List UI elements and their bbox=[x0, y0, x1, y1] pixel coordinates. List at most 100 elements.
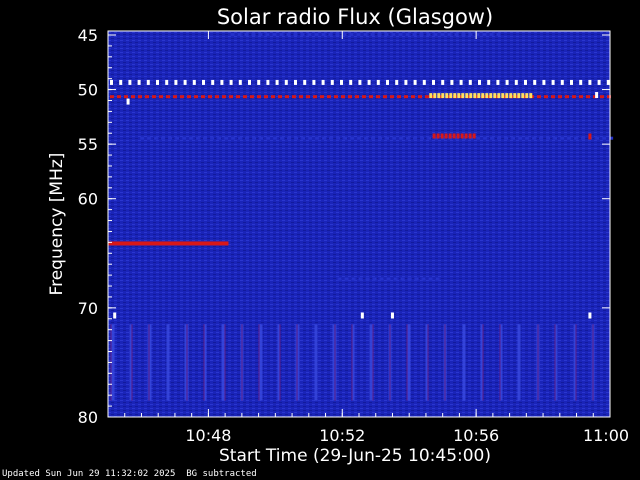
band-dot bbox=[579, 95, 583, 99]
band-dot bbox=[314, 33, 319, 36]
band-dot bbox=[532, 136, 537, 140]
band-dot bbox=[432, 79, 435, 85]
band-dot bbox=[372, 277, 377, 281]
burst-pixel bbox=[513, 93, 517, 99]
plot-area bbox=[107, 30, 614, 418]
band-dot bbox=[292, 95, 296, 99]
band-solid bbox=[108, 241, 229, 246]
band-dot bbox=[384, 33, 389, 36]
band-dot bbox=[175, 136, 180, 140]
band-dot bbox=[343, 136, 348, 140]
x-tick-label: 10:52 bbox=[319, 426, 365, 445]
band-dot bbox=[329, 136, 334, 140]
band-dot bbox=[237, 33, 242, 36]
band-dot bbox=[257, 95, 261, 99]
burst-pixel bbox=[461, 93, 465, 99]
band-dot bbox=[435, 277, 440, 281]
burst-pixel bbox=[440, 133, 444, 139]
band-dot bbox=[419, 33, 424, 36]
band-dot bbox=[397, 95, 401, 99]
band-dot bbox=[378, 136, 383, 140]
band-dot bbox=[320, 95, 324, 99]
band-dot bbox=[293, 33, 298, 36]
burst-pixel bbox=[489, 93, 493, 99]
band-dot bbox=[370, 33, 375, 36]
y-tick-label: 70 bbox=[78, 299, 98, 318]
band-dot bbox=[422, 79, 426, 85]
band-dot bbox=[168, 136, 173, 140]
burst-spot bbox=[360, 312, 364, 319]
band-dot bbox=[229, 95, 233, 99]
band-dot bbox=[482, 33, 487, 36]
band-dot bbox=[344, 277, 349, 281]
burst-spot bbox=[126, 98, 130, 105]
band-dot bbox=[447, 33, 452, 36]
band-dot bbox=[196, 136, 201, 140]
band-dot bbox=[597, 79, 601, 85]
band-dot bbox=[579, 79, 583, 85]
y-tick-label: 60 bbox=[78, 190, 98, 209]
band-dot bbox=[551, 95, 555, 99]
band-dot bbox=[300, 33, 305, 36]
band-dot bbox=[602, 136, 607, 140]
band-dot bbox=[369, 95, 373, 99]
band-dot bbox=[266, 136, 271, 140]
burst-pixel bbox=[497, 93, 501, 99]
chart-title: Solar radio Flux (Glasgow) bbox=[217, 5, 493, 29]
band-dot bbox=[539, 136, 544, 140]
band-dot bbox=[208, 95, 212, 99]
band-dot bbox=[257, 79, 261, 85]
band-dot bbox=[284, 79, 288, 85]
band-dot bbox=[259, 136, 264, 140]
band-dot bbox=[398, 33, 403, 36]
band-dot bbox=[222, 95, 226, 99]
burst-pixel bbox=[465, 93, 469, 99]
band-dot bbox=[294, 79, 297, 85]
band-dot bbox=[252, 136, 257, 140]
band-dot bbox=[230, 33, 235, 36]
band-dot bbox=[215, 95, 219, 99]
band-dot bbox=[395, 79, 399, 85]
band-dot bbox=[412, 33, 417, 36]
x-axis-label: Start Time (29-Jun-25 10:45:00) bbox=[219, 446, 491, 466]
band-dot bbox=[315, 136, 320, 140]
spectrogram-chart: Solar radio Flux (Glasgow) 455055607080 … bbox=[47, 5, 629, 466]
band-dot bbox=[174, 79, 178, 85]
band-dot bbox=[567, 136, 572, 140]
burst-pixel bbox=[525, 93, 529, 99]
band-dot bbox=[588, 79, 592, 85]
band-dot bbox=[581, 136, 586, 140]
band-dot bbox=[362, 95, 366, 99]
band-dot bbox=[306, 95, 310, 99]
burst-pixel bbox=[481, 93, 485, 99]
band-dot bbox=[365, 277, 370, 281]
burst-pixel bbox=[429, 93, 433, 99]
band-dot bbox=[271, 95, 275, 99]
band-dot bbox=[546, 136, 551, 140]
burst-pixel bbox=[472, 133, 476, 139]
band-dot bbox=[159, 95, 163, 99]
band-dot bbox=[217, 136, 222, 140]
band-dot bbox=[450, 79, 454, 85]
band-dot bbox=[165, 79, 169, 85]
x-tick-label: 10:56 bbox=[453, 426, 499, 445]
band-dot bbox=[427, 136, 432, 140]
burst-spot bbox=[588, 133, 592, 140]
band-dot bbox=[146, 79, 150, 85]
band-dot bbox=[393, 277, 398, 281]
burst-pixel bbox=[444, 133, 448, 139]
burst-pixel bbox=[460, 133, 464, 139]
band-dot bbox=[358, 277, 363, 281]
burst-pixel bbox=[509, 93, 513, 99]
burst-pixel bbox=[436, 133, 440, 139]
band-dot bbox=[203, 136, 208, 140]
band-dot bbox=[294, 136, 299, 140]
band-dot bbox=[392, 136, 397, 140]
band-dot bbox=[572, 95, 576, 99]
band-dot bbox=[600, 95, 604, 99]
band-dot bbox=[478, 79, 481, 85]
band-dot bbox=[194, 95, 198, 99]
burst-pixel bbox=[441, 93, 445, 99]
band-dot bbox=[238, 79, 242, 85]
band-dot bbox=[383, 95, 387, 99]
